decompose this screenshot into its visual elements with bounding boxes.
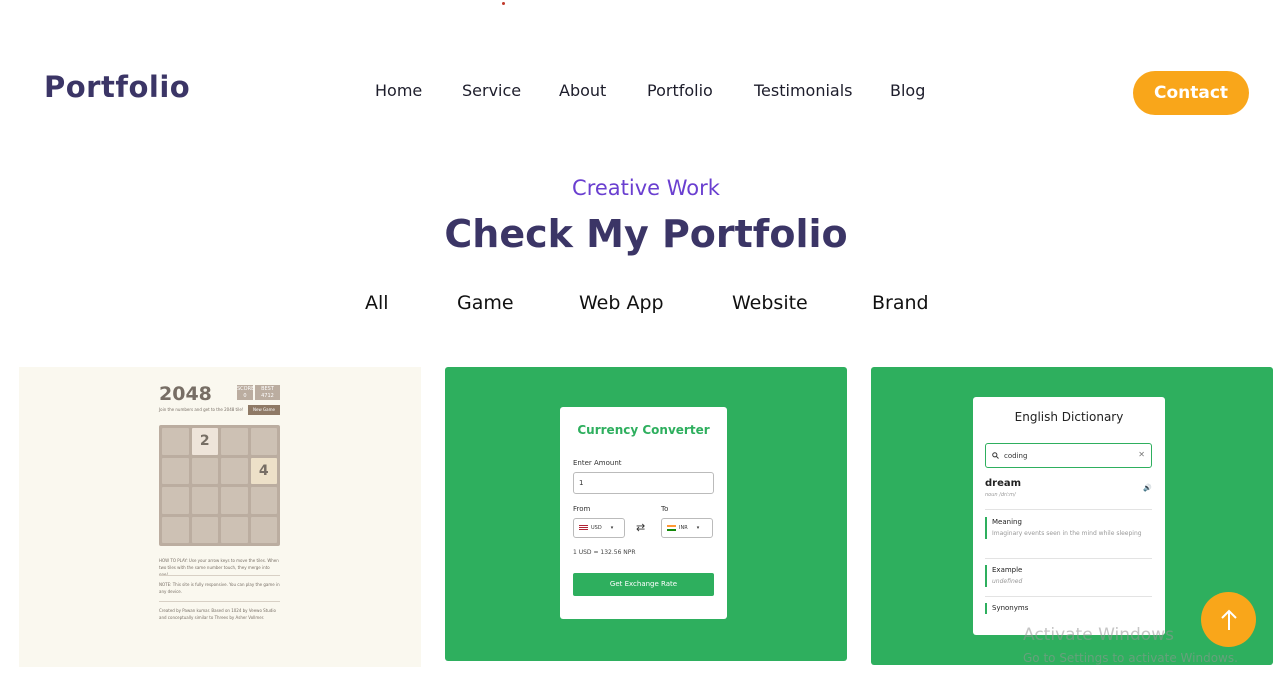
portfolio-card-2048[interactable]: 2048 SCORE 0 BEST 4712 Join the numbers … xyxy=(19,367,421,667)
speaker-icon[interactable]: 🔊 xyxy=(1143,484,1152,492)
note-text: NOTE: This site is fully responsive. You… xyxy=(159,582,280,594)
grid-cell xyxy=(250,428,277,455)
dictionary-title: English Dictionary xyxy=(1014,410,1124,424)
get-exchange-rate-button[interactable]: Get Exchange Rate xyxy=(573,573,714,596)
meaning-label: Meaning xyxy=(992,518,1022,526)
swap-arrows-icon[interactable]: ⇄ xyxy=(636,521,645,534)
new-game-button[interactable]: New Game xyxy=(248,405,280,415)
grid-cell xyxy=(221,457,248,484)
best-value: 4712 xyxy=(261,393,274,399)
grid-cell xyxy=(162,457,189,484)
divider xyxy=(985,596,1152,597)
meaning-text: Imaginary events seen in the mind while … xyxy=(992,530,1142,537)
filter-web-app[interactable]: Web App xyxy=(579,292,664,314)
divider xyxy=(985,509,1152,510)
filter-brand[interactable]: Brand xyxy=(872,292,929,314)
us-flag-icon xyxy=(579,525,588,531)
credits-text: Created by Pawan kumar. Based on 1024 by… xyxy=(159,608,276,620)
score-value: 0 xyxy=(243,393,247,399)
grid-cell xyxy=(162,516,189,543)
grid-cell xyxy=(221,487,248,514)
game-subtitle: Join the numbers and get to the 2048 til… xyxy=(159,407,244,412)
contact-button[interactable]: Contact xyxy=(1133,71,1249,115)
tile-4: 4 xyxy=(250,457,277,484)
grid-cell xyxy=(162,428,189,455)
example-block: Example undefined xyxy=(985,565,1152,587)
tile-2: 2 xyxy=(191,428,218,455)
amount-input[interactable]: 1 xyxy=(573,472,714,494)
synonyms-label: Synonyms xyxy=(992,604,1029,612)
chevron-down-icon: ▾ xyxy=(696,525,700,531)
grid-cell xyxy=(191,487,218,514)
amount-label: Enter Amount xyxy=(573,459,622,467)
nav-link-testimonials[interactable]: Testimonials xyxy=(754,81,853,100)
game-title: 2048 xyxy=(159,383,212,405)
filter-all[interactable]: All xyxy=(365,292,389,314)
scroll-to-top-button[interactable] xyxy=(1201,592,1256,647)
section-eyebrow: Creative Work xyxy=(572,176,720,200)
chevron-down-icon: ▾ xyxy=(610,525,614,531)
grid-cell xyxy=(221,516,248,543)
to-currency-select[interactable]: INR ▾ xyxy=(661,518,713,538)
best-score-box: BEST 4712 xyxy=(255,385,280,400)
dictionary-search-input[interactable]: coding ✕ xyxy=(985,443,1152,468)
portfolio-card-currency-converter[interactable]: Currency Converter Enter Amount 1 From T… xyxy=(445,367,847,661)
search-value: coding xyxy=(1004,451,1028,460)
grid-cell xyxy=(191,457,218,484)
decorative-dot xyxy=(502,2,505,5)
to-label: To xyxy=(661,505,669,513)
example-text: undefined xyxy=(992,578,1023,585)
grid-cell xyxy=(250,487,277,514)
converter-title: Currency Converter xyxy=(577,423,710,437)
india-flag-icon xyxy=(667,525,676,531)
dictionary-panel: English Dictionary coding ✕ dream noun /… xyxy=(973,397,1165,635)
section-heading: Check My Portfolio xyxy=(444,212,848,256)
example-label: Example xyxy=(992,566,1023,574)
search-icon xyxy=(992,452,999,459)
synonyms-block: Synonyms xyxy=(985,603,1152,614)
grid-cell xyxy=(250,516,277,543)
arrow-up-icon xyxy=(1220,609,1237,630)
grid-cell xyxy=(162,487,189,514)
score-label: SCORE xyxy=(237,386,255,392)
nav-link-blog[interactable]: Blog xyxy=(890,81,925,100)
phonetic-text: noun /driːm/ xyxy=(985,492,1016,498)
from-currency-value: USD xyxy=(591,525,602,531)
filter-game[interactable]: Game xyxy=(457,292,514,314)
meaning-block: Meaning Imaginary events seen in the min… xyxy=(985,517,1152,539)
grid-cell xyxy=(221,428,248,455)
word-heading: dream xyxy=(985,478,1022,489)
converter-panel: Currency Converter Enter Amount 1 From T… xyxy=(560,407,727,619)
divider xyxy=(159,601,280,602)
close-icon[interactable]: ✕ xyxy=(1138,450,1145,459)
divider xyxy=(985,558,1152,559)
activate-windows-subtext: Go to Settings to activate Windows. xyxy=(1023,651,1238,665)
divider xyxy=(159,575,280,576)
score-box: SCORE 0 xyxy=(237,385,255,400)
from-label: From xyxy=(573,505,591,513)
activate-windows-watermark: Activate Windows xyxy=(1023,625,1174,645)
from-currency-select[interactable]: USD ▾ xyxy=(573,518,625,538)
nav-link-portfolio[interactable]: Portfolio xyxy=(647,81,713,100)
game-board[interactable]: 2 4 xyxy=(159,425,280,546)
nav-link-home[interactable]: Home xyxy=(375,81,422,100)
to-currency-value: INR xyxy=(679,525,688,531)
best-label: BEST xyxy=(261,386,274,392)
main-nav: Home Service About Portfolio Testimonial… xyxy=(0,81,1280,105)
exchange-rate-text: 1 USD = 132.56 NPR xyxy=(573,549,636,556)
grid-cell xyxy=(191,516,218,543)
nav-link-service[interactable]: Service xyxy=(462,81,521,100)
portfolio-filters: All Game Web App Website Brand xyxy=(0,292,1280,318)
nav-link-about[interactable]: About xyxy=(559,81,606,100)
filter-website[interactable]: Website xyxy=(732,292,808,314)
